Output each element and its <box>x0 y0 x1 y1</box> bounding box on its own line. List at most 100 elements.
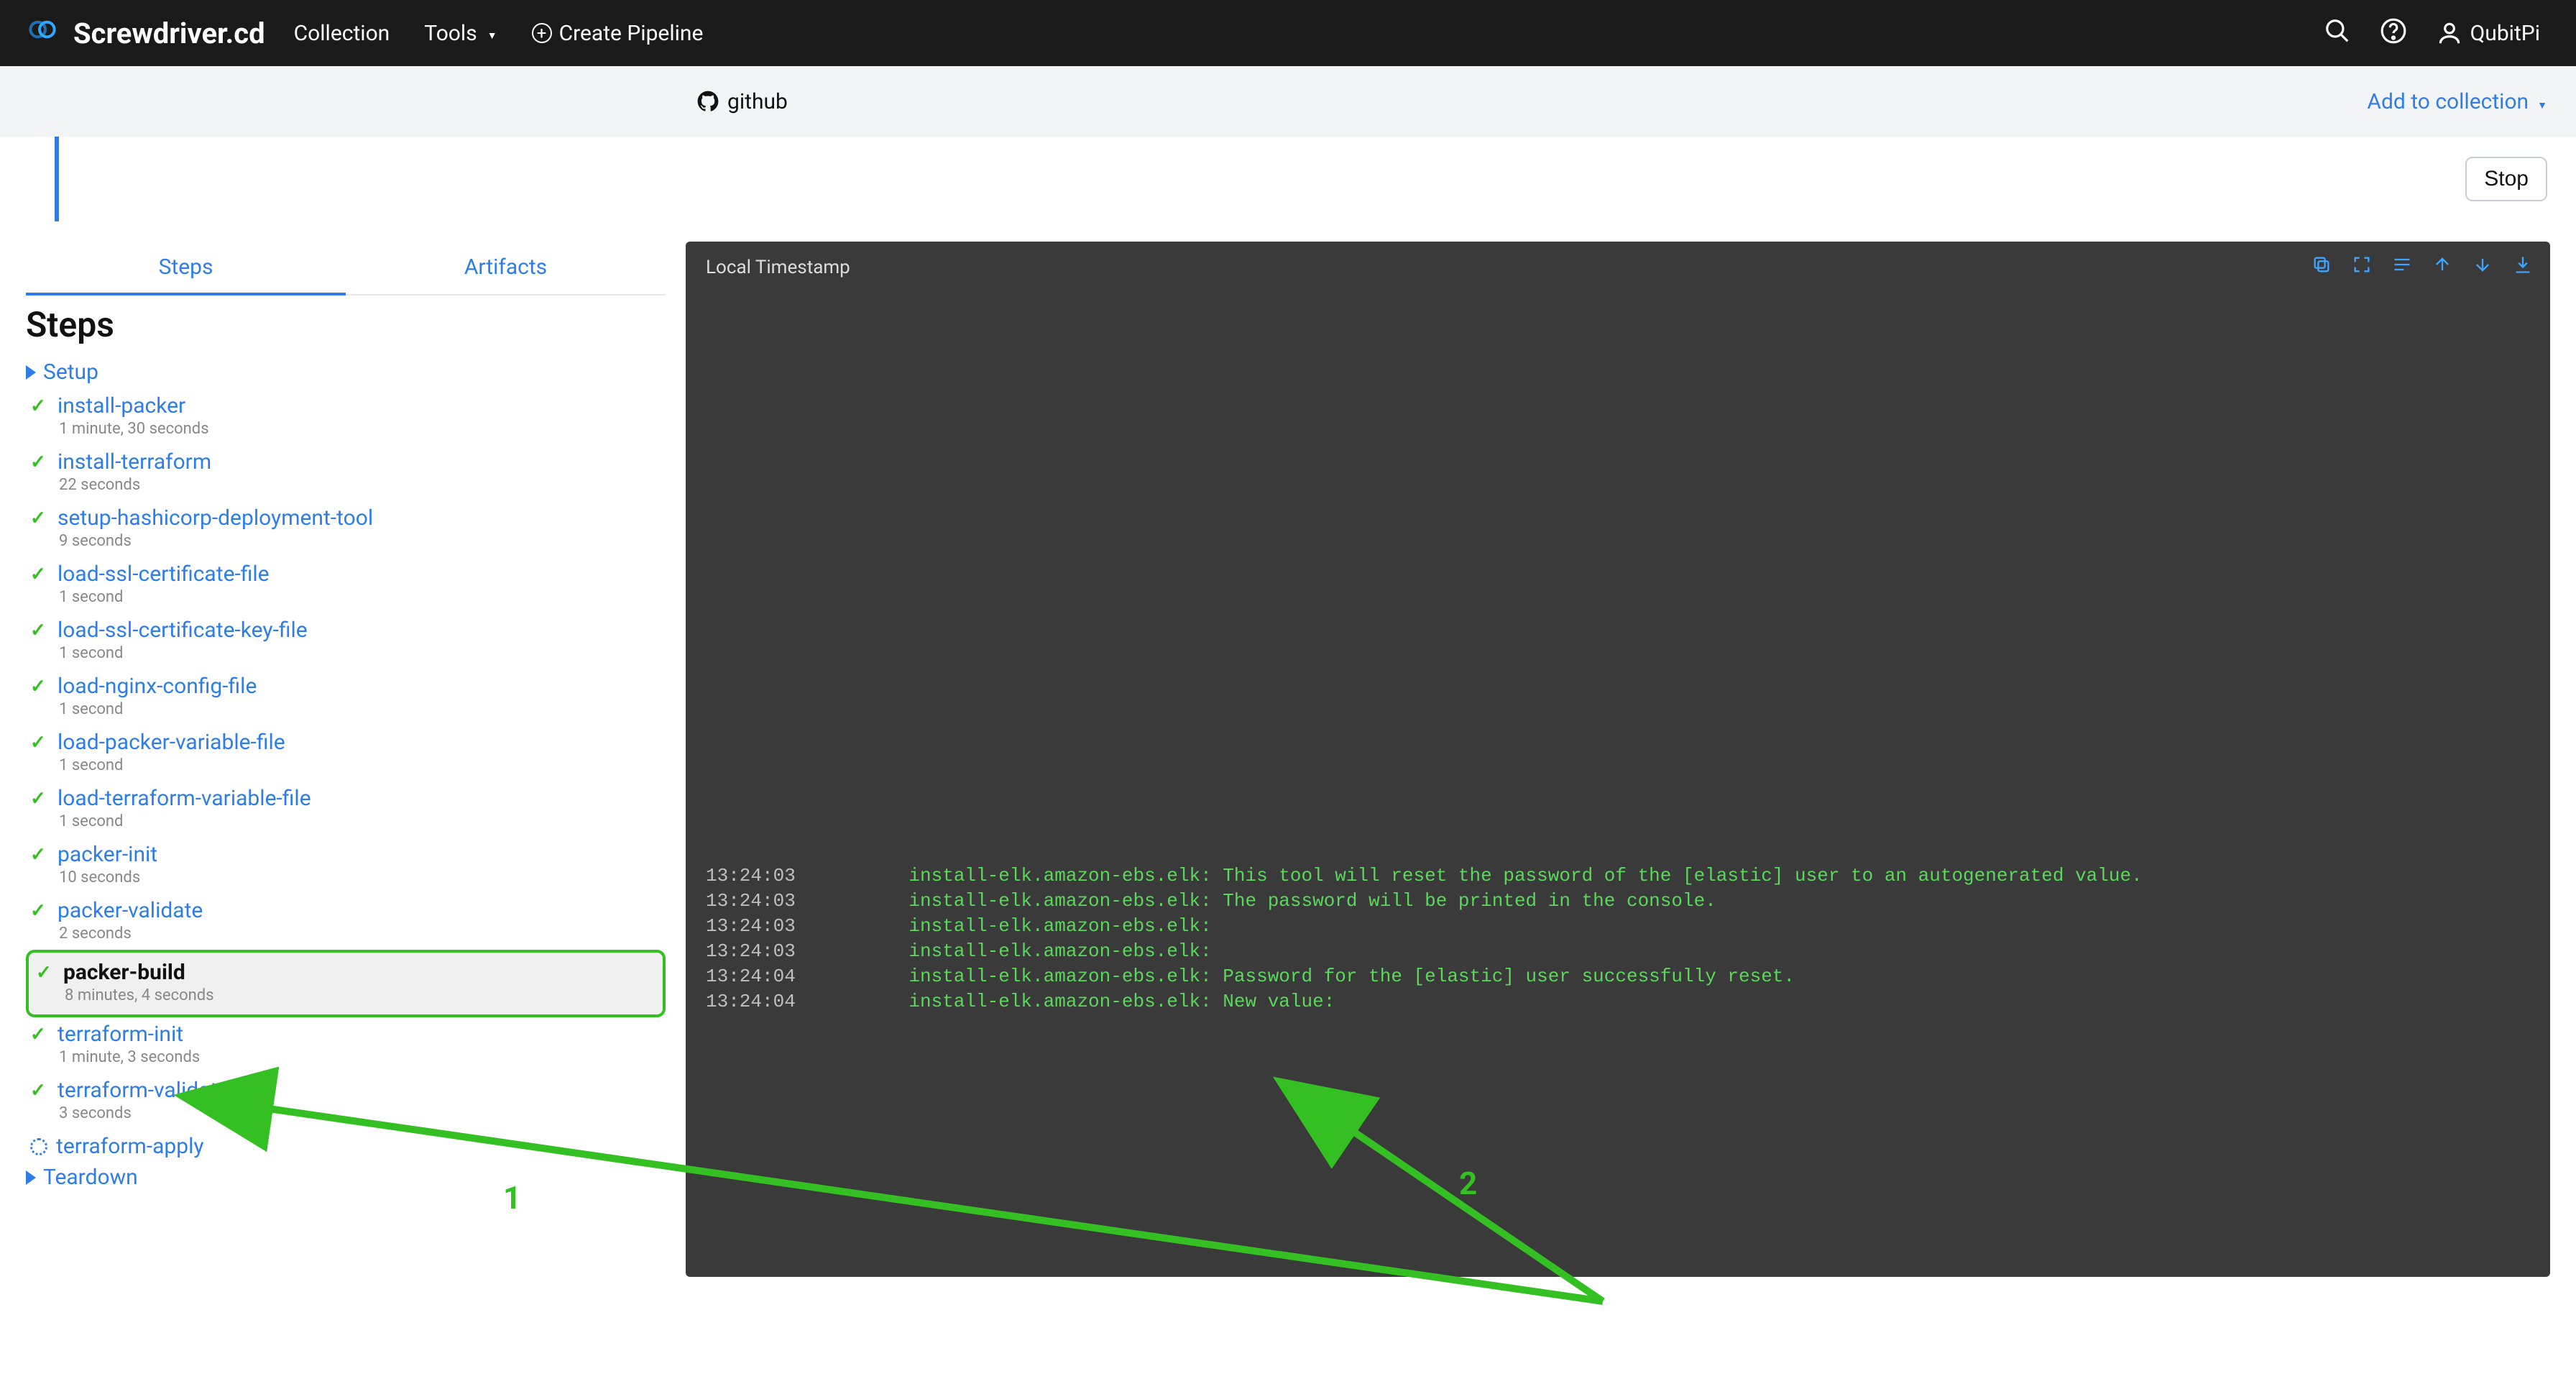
step-row-terraform-init[interactable]: ✓ terraform-init1 minute, 3 seconds <box>26 1017 666 1073</box>
step-name[interactable]: terraform-validate <box>58 1078 229 1103</box>
step-row-load-ssl-certificate-key-file[interactable]: ✓load-ssl-certificate-key-file1 second <box>26 613 666 669</box>
user-menu[interactable]: QubitPi <box>2436 19 2547 47</box>
nav-links: Collection Tools + Create Pipeline <box>294 21 704 46</box>
step-duration: 1 second <box>59 756 666 774</box>
log-toolbar <box>2312 255 2533 280</box>
check-icon: ✓ <box>36 962 55 984</box>
step-row-load-ssl-certificate-file[interactable]: ✓ load-ssl-certificate-file1 second <box>26 557 666 613</box>
group-setup-label: Setup <box>43 359 98 385</box>
log-scroll-gap <box>706 303 2530 863</box>
step-name[interactable]: load-packer-variable-file <box>58 730 285 755</box>
log-line: 13:24:04 install-elk.amazon-ebs.elk: Pas… <box>706 964 2530 989</box>
step-duration: 1 second <box>59 812 666 830</box>
step-row-install-packer[interactable]: ✓install-packer1 minute, 30 seconds <box>26 389 666 445</box>
step-row-terraform-apply[interactable]: terraform-apply <box>26 1129 666 1160</box>
step-name[interactable]: load-terraform-variable-file <box>58 786 311 811</box>
step-name[interactable]: packer-build <box>63 960 185 985</box>
step-row-load-packer-variable-file[interactable]: ✓ load-packer-variable-file1 second <box>26 725 666 782</box>
copy-icon[interactable] <box>2312 255 2332 280</box>
step-row-load-terraform-variable-file[interactable]: ✓ load-terraform-variable-file1 second <box>26 782 666 838</box>
download-icon[interactable] <box>2513 255 2533 280</box>
stop-button[interactable]: Stop <box>2465 157 2547 201</box>
step-duration: 1 second <box>59 588 666 606</box>
caret-down-icon <box>484 21 497 46</box>
github-icon <box>697 91 719 112</box>
nav-create-pipeline-label: Create Pipeline <box>559 21 704 46</box>
help-icon[interactable] <box>2380 17 2407 50</box>
steps-panel: Steps Artifacts Steps Setup ✓ install-pac… <box>26 242 666 1277</box>
check-icon: ✓ <box>30 395 49 417</box>
log-message: install-elk.amazon-ebs.elk: <box>864 939 1212 964</box>
log-timestamp: 13:24:03 <box>706 939 814 964</box>
search-icon[interactable] <box>2324 17 2351 50</box>
scm-provider[interactable]: github <box>697 89 788 114</box>
log-message: install-elk.amazon-ebs.elk: This tool wi… <box>864 863 2143 889</box>
pipeline-subheader: github Add to collection <box>0 66 2576 137</box>
scroll-bottom-icon[interactable] <box>2472 255 2493 280</box>
panel-tabs: Steps Artifacts <box>26 242 666 295</box>
top-navbar: Screwdriver.cd Collection Tools + Create… <box>0 0 2576 66</box>
tab-steps[interactable]: Steps <box>26 242 346 294</box>
step-row-load-nginx-config-file[interactable]: ✓load-nginx-config-file1 second <box>26 669 666 725</box>
caret-down-icon <box>2534 89 2547 114</box>
step-row-setup-hashicorp-deployment-tool[interactable]: ✓setup-hashicorp-deployment-tool9 second… <box>26 501 666 557</box>
log-timestamp: 13:24:03 <box>706 914 814 939</box>
log-timestamp: 13:24:03 <box>706 889 814 914</box>
group-teardown[interactable]: Teardown <box>26 1160 666 1194</box>
step-name[interactable]: load-ssl-certificate-file <box>58 562 270 587</box>
step-row-packer-init[interactable]: ✓packer-init10 seconds <box>26 838 666 894</box>
step-name[interactable]: packer-init <box>58 842 157 867</box>
step-name[interactable]: load-nginx-config-file <box>58 674 257 699</box>
check-icon: ✓ <box>30 564 49 585</box>
check-icon: ✓ <box>30 452 49 473</box>
nav-create-pipeline[interactable]: + Create Pipeline <box>532 21 704 46</box>
step-row-packer-build[interactable]: ✓ packer-build8 minutes, 4 seconds <box>26 950 666 1017</box>
step-name[interactable]: load-ssl-certificate-key-file <box>58 618 308 643</box>
step-duration: 8 minutes, 4 seconds <box>65 986 656 1004</box>
log-line: 13:24:04 install-elk.amazon-ebs.elk: New… <box>706 989 2530 1014</box>
group-setup[interactable]: Setup <box>26 355 666 389</box>
log-timestamp: 13:24:04 <box>706 989 814 1014</box>
plus-circle-icon: + <box>532 23 552 43</box>
log-body[interactable]: 13:24:03 install-elk.amazon-ebs.elk: Thi… <box>686 288 2550 1035</box>
check-icon: ✓ <box>30 676 49 697</box>
steps-list: ✓install-packer1 minute, 30 seconds✓inst… <box>26 389 666 1160</box>
step-row-packer-validate[interactable]: ✓packer-validate2 seconds <box>26 894 666 950</box>
nav-collection[interactable]: Collection <box>294 21 390 46</box>
tab-artifacts[interactable]: Artifacts <box>346 242 666 294</box>
check-icon: ✓ <box>30 732 49 753</box>
group-teardown-label: Teardown <box>43 1165 138 1190</box>
step-duration: 1 minute, 3 seconds <box>59 1048 666 1066</box>
log-line: 13:24:03 install-elk.amazon-ebs.elk: Thi… <box>706 863 2530 889</box>
step-name[interactable]: install-packer <box>58 393 185 418</box>
spinner-icon <box>30 1138 47 1155</box>
brand[interactable]: Screwdriver.cd <box>29 16 265 50</box>
step-name[interactable]: packer-validate <box>58 898 203 923</box>
build-status-bar: Stop <box>0 137 2576 221</box>
screwdriver-logo-icon <box>29 16 63 50</box>
annotation-label-2: 2 <box>1459 1165 1477 1202</box>
main-content: Steps Artifacts Steps Setup ✓ install-pac… <box>0 221 2576 1303</box>
step-row-install-terraform[interactable]: ✓ install-terraform22 seconds <box>26 445 666 501</box>
log-console: Local Timestamp <box>686 242 2550 1277</box>
step-name[interactable]: setup-hashicorp-deployment-tool <box>58 505 373 531</box>
fullscreen-icon[interactable] <box>2352 255 2372 280</box>
log-message: install-elk.amazon-ebs.elk: The password… <box>864 889 1716 914</box>
step-duration: 22 seconds <box>59 476 666 494</box>
chevron-right-icon <box>26 1170 36 1185</box>
scroll-top-icon[interactable] <box>2432 255 2452 280</box>
nav-tools-label: Tools <box>424 21 477 46</box>
user-icon <box>2436 19 2463 47</box>
log-timestamp: 13:24:04 <box>706 964 814 989</box>
step-name[interactable]: install-terraform <box>58 449 211 475</box>
log-line: 13:24:03 install-elk.amazon-ebs.elk: <box>706 914 2530 939</box>
check-icon: ✓ <box>30 1024 49 1045</box>
step-name[interactable]: terraform-apply <box>56 1134 204 1159</box>
wrap-lines-icon[interactable] <box>2392 255 2412 280</box>
step-row-terraform-validate[interactable]: ✓terraform-validate3 seconds <box>26 1073 666 1129</box>
step-name[interactable]: terraform-init <box>58 1022 183 1047</box>
step-duration: 3 seconds <box>59 1104 666 1122</box>
add-to-collection[interactable]: Add to collection <box>2367 89 2547 114</box>
nav-tools[interactable]: Tools <box>424 21 497 46</box>
check-icon: ✓ <box>30 788 49 810</box>
